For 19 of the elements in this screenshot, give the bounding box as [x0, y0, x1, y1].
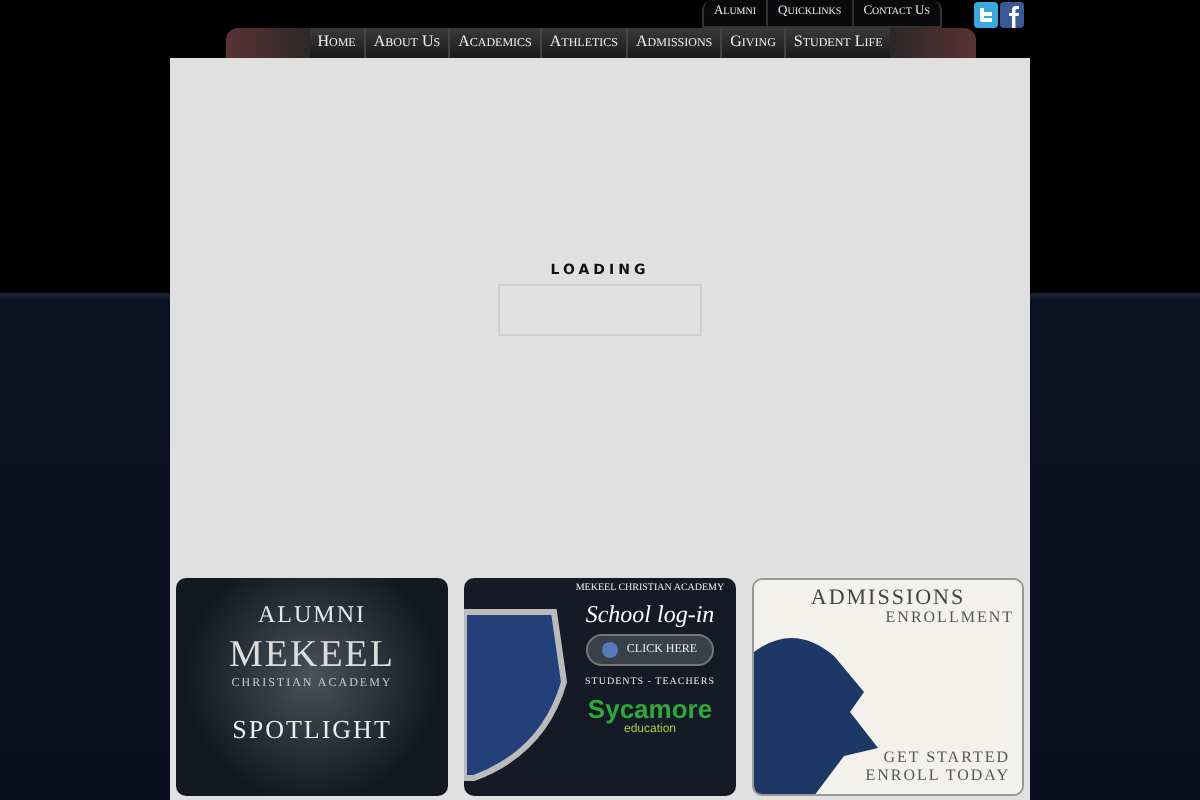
nav-item[interactable]: About Us	[363, 28, 449, 58]
banner-title: SPOTLIGHT	[232, 715, 392, 744]
nav-item[interactable]: Admissions	[626, 28, 721, 58]
banner-title: School log-in	[585, 601, 715, 628]
banner-subtitle: ENROLLMENT	[885, 610, 1014, 628]
admissions-banner[interactable]: ADMISSIONS ENROLLMENT GET STARTED ENROLL TODAY	[752, 578, 1024, 796]
nav-item[interactable]: Athletics	[539, 28, 626, 58]
logo-text: Sycamore	[587, 696, 713, 725]
nav-item[interactable]: Academics	[448, 28, 540, 58]
nav-item[interactable]: Home	[309, 28, 364, 58]
banner-title: ENROLL TODAY	[865, 768, 1010, 786]
banner-title: ADMISSIONS	[810, 586, 966, 611]
facebook-icon[interactable]	[1000, 2, 1024, 28]
banner-title: ALUMNI	[258, 602, 366, 629]
banner-title: GET STARTED	[883, 750, 1010, 769]
nav-item[interactable]: Student Life	[783, 28, 891, 58]
banner-title: MEKEEL	[228, 636, 396, 678]
nav-item[interactable]: Giving	[720, 28, 784, 58]
bird-icon[interactable]	[974, 2, 998, 28]
